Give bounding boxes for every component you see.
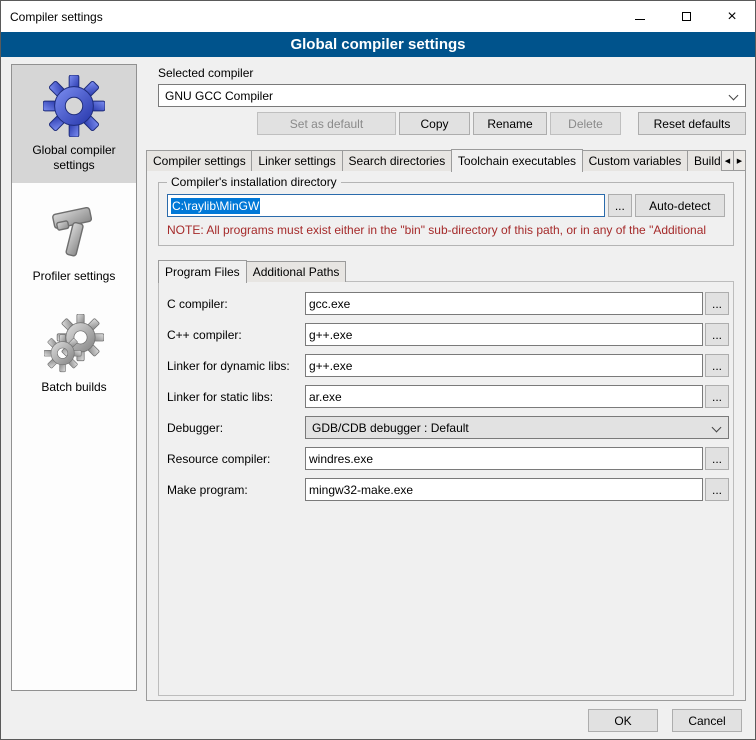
chevron-down-icon	[729, 91, 739, 101]
tab-linker-settings[interactable]: Linker settings	[251, 150, 342, 171]
profiler-tool-icon	[44, 203, 104, 263]
cpp-compiler-input[interactable]: g++.exe	[305, 323, 703, 346]
tab-build-options[interactable]: Build	[687, 150, 723, 171]
sidebar: Global compiler settings Profiler settin…	[11, 64, 137, 691]
compiler-action-buttons: Set as default Copy Rename Delete Reset …	[257, 112, 746, 135]
linker-dynamic-browse-button[interactable]: ...	[705, 354, 729, 377]
field-row-cpp-compiler: C++ compiler: g++.exe ...	[167, 323, 729, 346]
ok-button[interactable]: OK	[588, 709, 658, 732]
make-program-value: mingw32-make.exe	[309, 483, 413, 497]
c-compiler-label: C compiler:	[167, 297, 305, 311]
program-files-tabstrip: Program Files Additional Paths	[158, 260, 345, 282]
tab-scroll-right-button[interactable]: ▶	[733, 150, 746, 171]
linker-static-value: ar.exe	[309, 390, 342, 404]
c-compiler-browse-button[interactable]: ...	[705, 292, 729, 315]
resource-compiler-value: windres.exe	[309, 452, 373, 466]
set-as-default-button[interactable]: Set as default	[257, 112, 396, 135]
auto-detect-button[interactable]: Auto-detect	[635, 194, 725, 217]
field-row-linker-static: Linker for static libs: ar.exe ...	[167, 385, 729, 408]
tab-compiler-settings[interactable]: Compiler settings	[146, 150, 252, 171]
sidebar-item-profiler-settings[interactable]: Profiler settings	[12, 193, 136, 294]
cpp-compiler-value: g++.exe	[309, 328, 352, 342]
linker-static-input[interactable]: ar.exe	[305, 385, 703, 408]
field-row-c-compiler: C compiler: gcc.exe ...	[167, 292, 729, 315]
titlebar: Compiler settings ×	[1, 1, 755, 32]
debugger-label: Debugger:	[167, 421, 305, 435]
tab-custom-variables[interactable]: Custom variables	[582, 150, 688, 171]
toolchain-executables-panel: Compiler's installation directory C:\ray…	[146, 170, 746, 701]
resource-compiler-browse-button[interactable]: ...	[705, 447, 729, 470]
field-row-debugger: Debugger: GDB/CDB debugger : Default	[167, 416, 729, 439]
maximize-button[interactable]	[663, 1, 709, 32]
stacked-gears-icon	[44, 314, 104, 374]
linker-dynamic-label: Linker for dynamic libs:	[167, 359, 305, 373]
installation-directory-input[interactable]: C:\raylib\MinGW	[167, 194, 605, 217]
tab-program-files[interactable]: Program Files	[158, 260, 247, 283]
rename-button[interactable]: Rename	[473, 112, 547, 135]
debugger-value: GDB/CDB debugger : Default	[312, 421, 469, 435]
cancel-button[interactable]: Cancel	[672, 709, 742, 732]
tab-scroll-left-icon: ◀	[725, 157, 730, 165]
sidebar-item-label: Global compiler settings	[15, 143, 133, 173]
reset-defaults-button[interactable]: Reset defaults	[638, 112, 746, 135]
linker-dynamic-input[interactable]: g++.exe	[305, 354, 703, 377]
sidebar-item-global-compiler-settings[interactable]: Global compiler settings	[12, 65, 136, 183]
c-compiler-input[interactable]: gcc.exe	[305, 292, 703, 315]
installation-directory-browse-button[interactable]: ...	[608, 194, 632, 217]
close-button[interactable]: ×	[709, 1, 755, 32]
sidebar-item-batch-builds[interactable]: Batch builds	[12, 304, 136, 405]
linker-static-browse-button[interactable]: ...	[705, 385, 729, 408]
compiler-settings-dialog: Compiler settings × Global compiler sett…	[0, 0, 756, 740]
make-program-label: Make program:	[167, 483, 305, 497]
resource-compiler-input[interactable]: windres.exe	[305, 447, 703, 470]
minimize-button[interactable]	[617, 1, 663, 32]
tab-additional-paths[interactable]: Additional Paths	[246, 261, 347, 282]
gear-icon	[43, 75, 105, 137]
installation-note: NOTE: All programs must exist either in …	[167, 223, 731, 237]
field-row-resource-compiler: Resource compiler: windres.exe ...	[167, 447, 729, 470]
program-files-panel: C compiler: gcc.exe ... C++ compiler: g+…	[158, 281, 734, 696]
resource-compiler-label: Resource compiler:	[167, 452, 305, 466]
sidebar-item-label: Profiler settings	[15, 269, 133, 284]
debugger-select[interactable]: GDB/CDB debugger : Default	[305, 416, 729, 439]
chevron-down-icon	[712, 423, 722, 433]
compiler-select[interactable]: GNU GCC Compiler	[158, 84, 746, 107]
settings-tabstrip: Compiler settings Linker settings Search…	[146, 148, 746, 171]
linker-static-label: Linker for static libs:	[167, 390, 305, 404]
make-program-browse-button[interactable]: ...	[705, 478, 729, 501]
installation-directory-group-label: Compiler's installation directory	[167, 175, 341, 189]
maximize-icon	[682, 12, 691, 21]
tab-toolchain-executables[interactable]: Toolchain executables	[451, 149, 583, 172]
field-row-linker-dynamic: Linker for dynamic libs: g++.exe ...	[167, 354, 729, 377]
c-compiler-value: gcc.exe	[309, 297, 350, 311]
cpp-compiler-browse-button[interactable]: ...	[705, 323, 729, 346]
field-row-make-program: Make program: mingw32-make.exe ...	[167, 478, 729, 501]
installation-directory-value: C:\raylib\MinGW	[171, 198, 260, 214]
copy-button[interactable]: Copy	[399, 112, 470, 135]
delete-button[interactable]: Delete	[550, 112, 621, 135]
linker-dynamic-value: g++.exe	[309, 359, 352, 373]
page-title: Global compiler settings	[1, 32, 755, 57]
make-program-input[interactable]: mingw32-make.exe	[305, 478, 703, 501]
close-icon: ×	[727, 9, 736, 25]
compiler-select-value: GNU GCC Compiler	[165, 89, 273, 103]
installation-directory-group: Compiler's installation directory C:\ray…	[158, 182, 734, 246]
cpp-compiler-label: C++ compiler:	[167, 328, 305, 342]
tab-search-directories[interactable]: Search directories	[342, 150, 452, 171]
tab-scroll-right-icon: ▶	[737, 157, 742, 165]
window-title: Compiler settings	[1, 10, 103, 24]
selected-compiler-label: Selected compiler	[158, 66, 253, 80]
sidebar-item-label: Batch builds	[15, 380, 133, 395]
minimize-icon	[635, 19, 645, 20]
